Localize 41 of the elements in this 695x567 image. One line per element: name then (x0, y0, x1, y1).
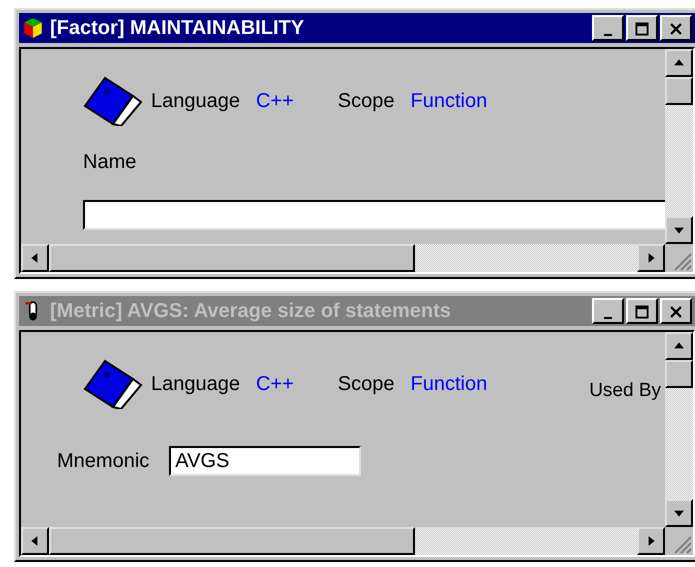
window-title: [Metric] AVGS: Average size of statements (50, 300, 452, 322)
scroll-thumb[interactable] (49, 244, 415, 272)
name-field[interactable] (83, 200, 665, 230)
language-label: Language (151, 90, 240, 112)
used-by-label: Used By (589, 380, 661, 402)
vertical-scrollbar[interactable] (665, 49, 693, 244)
scope-label: Scope (338, 90, 395, 112)
scroll-up-button[interactable] (665, 49, 693, 77)
scroll-down-button[interactable] (665, 499, 693, 527)
minimize-icon (604, 317, 612, 319)
scope-label: Scope (338, 372, 395, 396)
scope-value: Function (410, 372, 488, 396)
language-value: C++ (256, 372, 294, 396)
scroll-up-button[interactable] (665, 332, 693, 360)
language-value: C++ (256, 90, 294, 112)
mnemonic-label: Mnemonic (57, 450, 150, 472)
cube-icon (22, 17, 44, 39)
minimize-button[interactable] (592, 15, 624, 41)
window-title: [Factor] MAINTAINABILITY (50, 16, 306, 40)
mnemonic-field[interactable]: AVGS (169, 446, 362, 476)
language-label: Language (151, 372, 240, 396)
scroll-left-button[interactable] (21, 244, 49, 272)
close-button[interactable] (660, 15, 692, 41)
scope-value: Function (410, 90, 488, 112)
minimize-icon (604, 34, 612, 36)
name-label: Name (83, 151, 138, 174)
scroll-left-button[interactable] (21, 527, 49, 555)
horizontal-scrollbar[interactable] (21, 244, 665, 272)
vertical-scrollbar[interactable] (665, 332, 693, 527)
close-icon (669, 22, 683, 36)
scroll-thumb[interactable] (665, 360, 693, 388)
maximize-button[interactable] (626, 15, 658, 41)
scroll-right-button[interactable] (637, 244, 665, 272)
close-icon (669, 305, 683, 319)
scroll-down-button[interactable] (665, 216, 693, 244)
maximize-icon (635, 22, 649, 36)
horizontal-scrollbar[interactable] (21, 527, 665, 555)
scroll-right-button[interactable] (637, 527, 665, 555)
scroll-thumb[interactable] (665, 77, 693, 105)
maximize-icon (635, 305, 649, 319)
scroll-thumb[interactable] (49, 527, 415, 555)
